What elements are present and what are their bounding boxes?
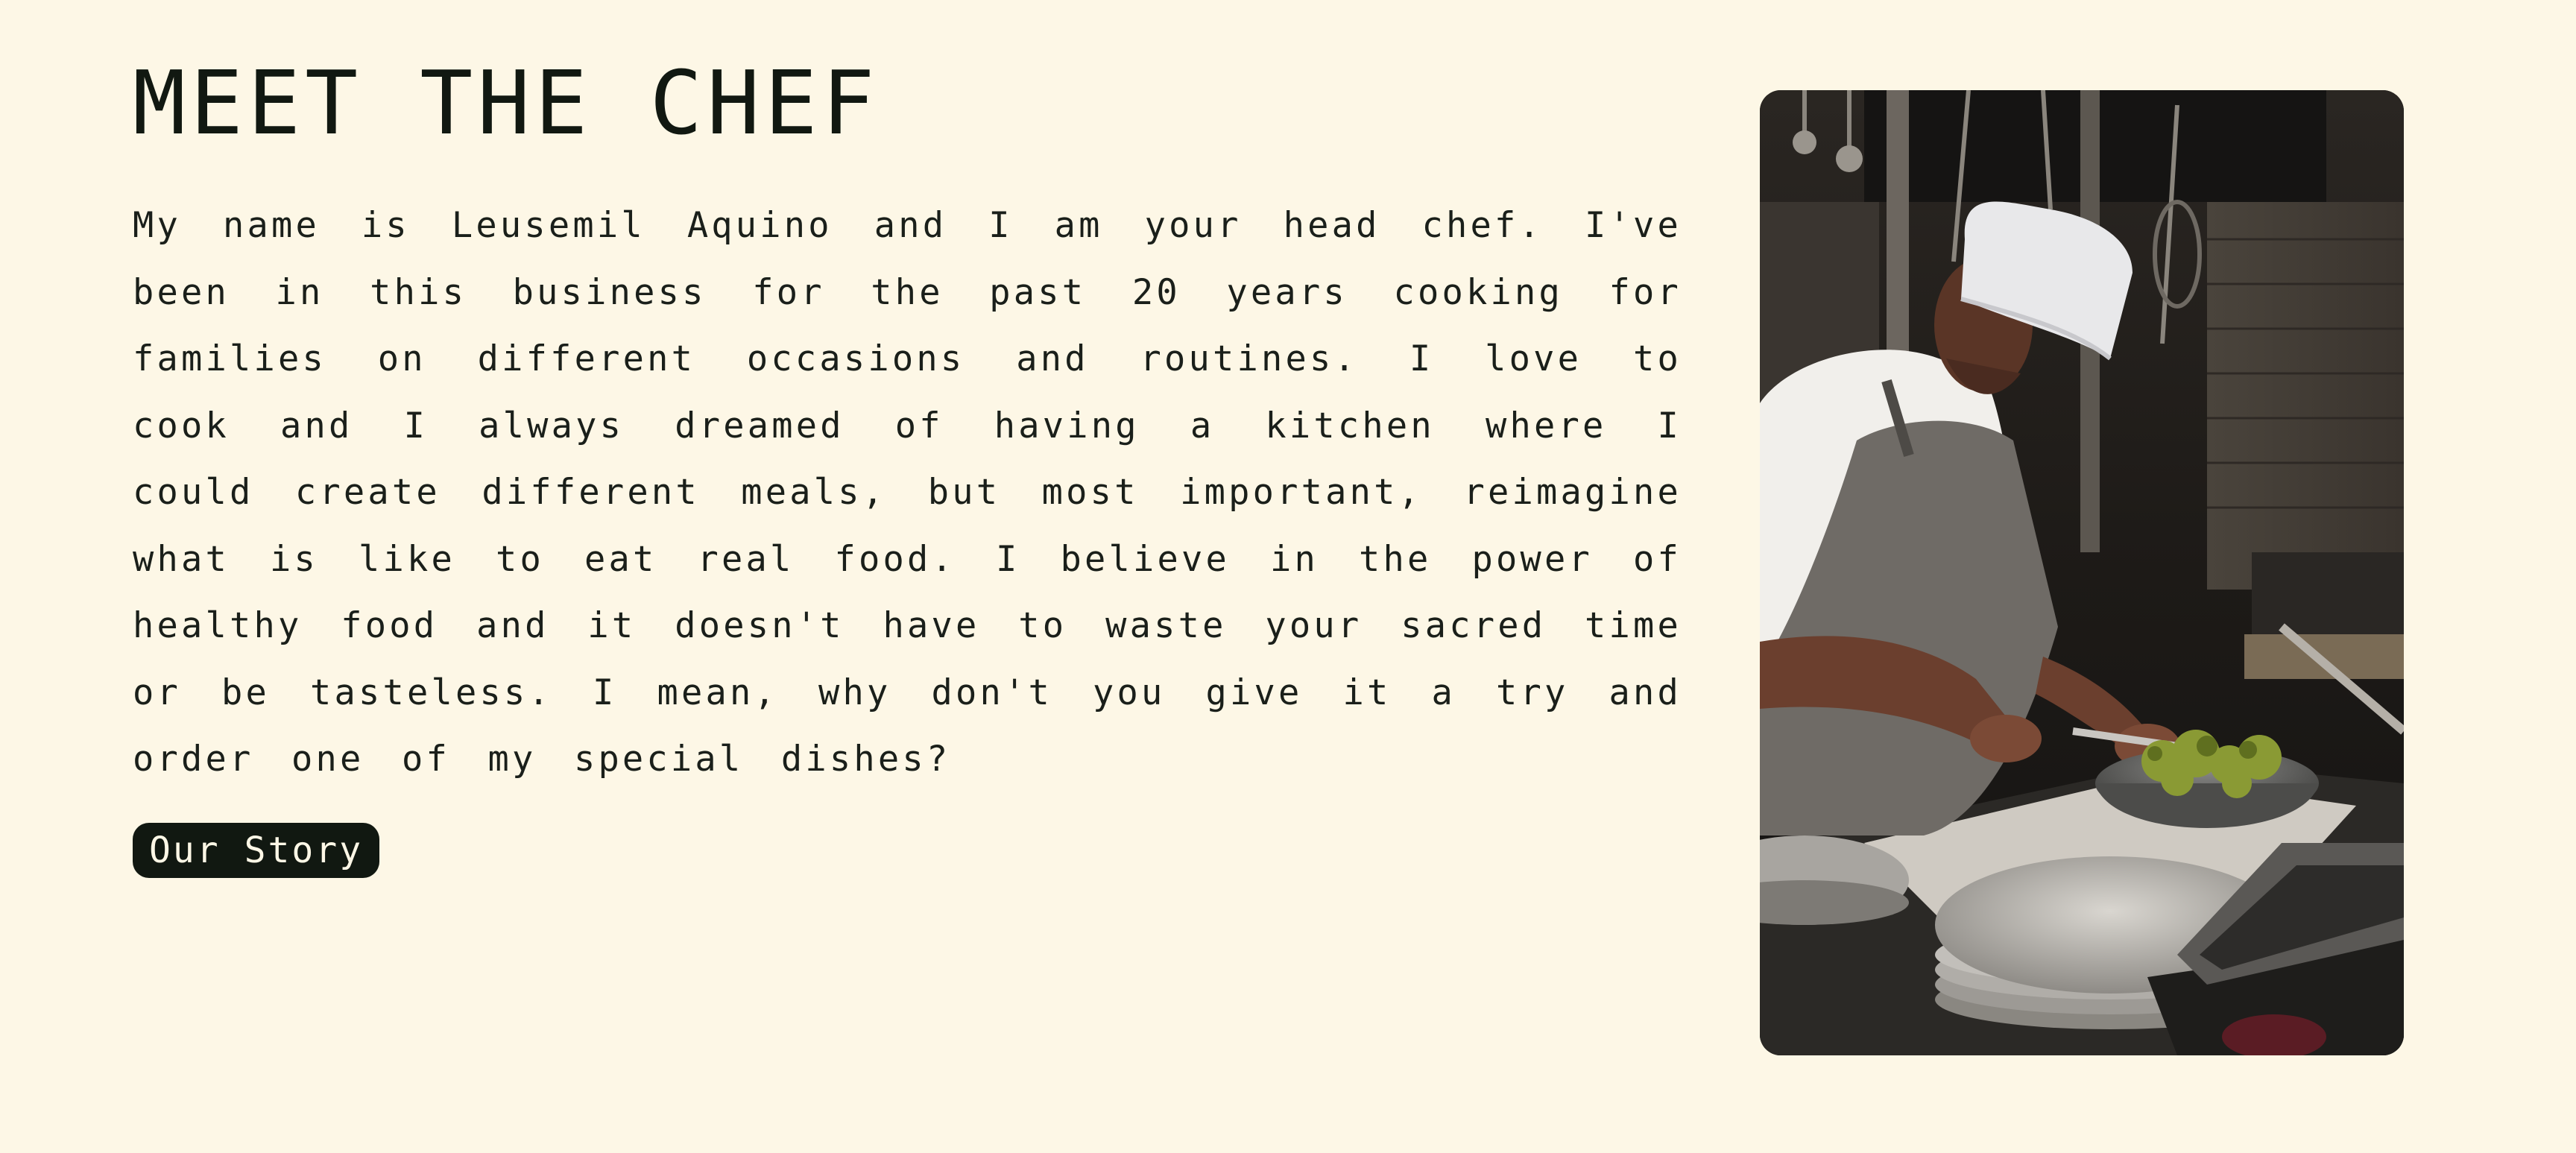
chef-photo-illustration bbox=[1760, 90, 2404, 1055]
chef-bio: My name is Leusemil Aquino and I am your… bbox=[133, 205, 1682, 780]
section-title: MEET THE CHEF bbox=[133, 51, 880, 154]
chef-photo bbox=[1760, 90, 2404, 1055]
chef-text-column: MEET THE CHEF My name is Leusemil Aquino… bbox=[133, 52, 1682, 878]
our-story-button[interactable]: Our Story bbox=[133, 822, 380, 878]
meet-the-chef-section: MEET THE CHEF My name is Leusemil Aquino… bbox=[0, 0, 2576, 1153]
